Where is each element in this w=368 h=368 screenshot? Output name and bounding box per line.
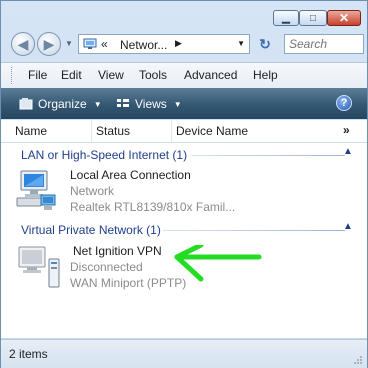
group-title: Virtual Private Network (1) — [21, 223, 161, 237]
file-list-pane: Name Status Device Name » LAN or High-Sp… — [1, 120, 367, 338]
group-title: LAN or High-Speed Internet (1) — [21, 148, 188, 162]
menu-tools[interactable]: Tools — [139, 68, 167, 82]
connection-status: Network — [70, 184, 115, 198]
group-header-lan[interactable]: LAN or High-Speed Internet (1) ▲ — [1, 146, 367, 164]
collapse-group-icon[interactable]: ▲ — [343, 146, 353, 157]
organize-button[interactable]: Organize ▼ — [19, 95, 102, 113]
item-details: Local Area Connection Network Realtek RT… — [70, 167, 235, 215]
recent-pages-dropdown[interactable]: ▼ — [65, 39, 73, 48]
address-bar[interactable]: « Networ... ▶ ▼ — [78, 34, 250, 54]
menu-help[interactable]: Help — [253, 68, 278, 82]
organize-icon — [19, 98, 33, 110]
address-row: ◀ ▶ ▼ « Networ... ▶ ▼ ↻ — [1, 29, 367, 61]
breadcrumb-separator-icon[interactable]: ▶ — [175, 38, 182, 49]
group-divider — [163, 230, 345, 231]
explorer-window: ▁ □ ✕ ◀ ▶ ▼ « Networ... ▶ ▼ ↻ Search Fil… — [0, 0, 368, 368]
column-status[interactable]: Status — [91, 120, 171, 142]
menu-file[interactable]: File — [28, 68, 47, 82]
search-input[interactable] — [289, 36, 363, 52]
item-count: 2 items — [9, 347, 48, 361]
views-dropdown-icon: ▼ — [173, 99, 182, 109]
maximize-icon: □ — [309, 12, 317, 24]
breadcrumb-network[interactable]: Networ... — [120, 38, 167, 52]
views-button[interactable]: Views ▼ — [116, 95, 182, 113]
green-arrow-annotation — [174, 245, 262, 282]
maximize-button[interactable]: □ — [299, 10, 327, 26]
network-folder-icon — [83, 38, 97, 49]
search-box[interactable] — [284, 34, 364, 54]
network-adapter-icon — [16, 170, 56, 210]
breadcrumb-overflow-icon[interactable]: « — [101, 37, 108, 51]
menu-bar: File Edit View Tools Advanced Help — [1, 62, 367, 89]
minimize-icon: ▁ — [282, 12, 290, 24]
menu-advanced[interactable]: Advanced — [184, 68, 237, 82]
forward-button[interactable]: ▶ — [37, 32, 61, 56]
views-icon — [117, 99, 129, 107]
refresh-icon: ↻ — [259, 35, 271, 52]
back-button[interactable]: ◀ — [11, 32, 35, 56]
group-divider — [191, 155, 345, 156]
list-item-local-area-connection[interactable]: Local Area Connection Network Realtek RT… — [1, 167, 367, 215]
menu-edit[interactable]: Edit — [61, 68, 82, 82]
group-header-vpn[interactable]: Virtual Private Network (1) ▲ — [1, 221, 367, 239]
vpn-connection-icon — [18, 246, 60, 288]
resize-grip-icon[interactable] — [353, 355, 363, 365]
connection-device: Realtek RTL8139/810x Famil... — [70, 200, 236, 214]
address-dropdown-icon[interactable]: ▼ — [237, 39, 245, 48]
title-bar: ▁ □ ✕ — [1, 1, 367, 27]
column-header-row: Name Status Device Name » — [1, 120, 367, 143]
status-bar: 2 items — [1, 339, 367, 368]
back-arrow-icon: ◀ — [17, 35, 29, 52]
menu-grip — [11, 67, 15, 84]
collapse-group-icon[interactable]: ▲ — [343, 221, 353, 232]
forward-arrow-icon: ▶ — [43, 35, 55, 52]
connection-name: Local Area Connection — [70, 168, 191, 182]
close-button[interactable]: ✕ — [327, 10, 361, 26]
minimize-button[interactable]: ▁ — [273, 10, 299, 26]
column-device-name[interactable]: Device Name — [171, 120, 257, 142]
help-icon: ? — [340, 97, 348, 109]
column-name[interactable]: Name — [11, 120, 91, 142]
close-icon: ✕ — [338, 11, 350, 25]
organize-label: Organize — [38, 97, 87, 111]
command-bar: Organize ▼ Views ▼ ? — [1, 88, 367, 119]
views-label: Views — [135, 97, 167, 111]
more-columns-icon[interactable]: » — [343, 123, 350, 137]
help-button[interactable]: ? — [336, 95, 352, 111]
menu-view[interactable]: View — [98, 68, 124, 82]
refresh-button[interactable]: ↻ — [256, 35, 274, 53]
organize-dropdown-icon: ▼ — [93, 99, 102, 109]
